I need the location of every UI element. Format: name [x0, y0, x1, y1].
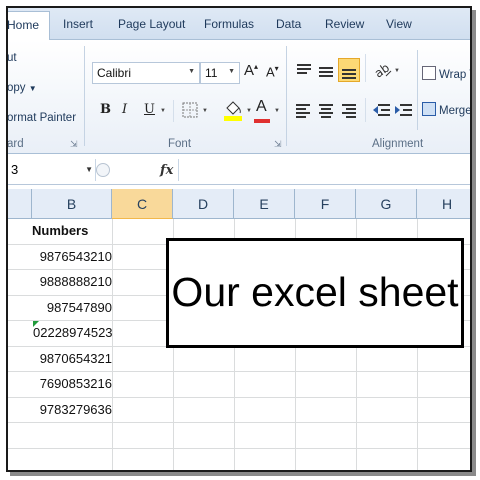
sheet-row: [8, 423, 470, 449]
chevron-down-icon: ▼: [28, 84, 37, 93]
font-size-value: 11: [205, 66, 218, 80]
tab-home[interactable]: Home: [8, 11, 51, 41]
cell-b-value[interactable]: 9876543210: [8, 249, 112, 264]
merge-icon: [422, 102, 436, 116]
font-size-combo[interactable]: 11 ▼: [200, 62, 240, 84]
column-header-h[interactable]: H: [417, 189, 470, 219]
clipboard-group-label: ard: [7, 138, 24, 150]
svg-text:ab: ab: [372, 61, 392, 80]
window-shadow: [472, 10, 476, 476]
column-header-b[interactable]: B: [32, 189, 112, 219]
cell-b-value[interactable]: 7690853216: [8, 376, 112, 391]
tab-insert[interactable]: Insert: [63, 17, 93, 31]
cell-b-header[interactable]: Numbers: [32, 223, 88, 238]
formula-bar: 3 ▼ fx: [8, 155, 470, 185]
wrap-text-label: Wrap Te: [439, 69, 470, 81]
font-color-letter: A: [256, 98, 267, 115]
cell-b-value[interactable]: 9783279636: [8, 402, 112, 417]
alignment-group-label: Alignment: [372, 138, 424, 150]
divider: [365, 98, 366, 122]
align-center-icon[interactable]: [316, 100, 336, 120]
chevron-down-icon: ▼: [394, 68, 400, 74]
shrink-font-button[interactable]: A▾: [266, 64, 279, 79]
divider: [417, 50, 418, 130]
cell-b-value[interactable]: 9870654321: [8, 351, 112, 366]
font-name-value: Calibri: [97, 66, 132, 80]
tab-formulas[interactable]: Formulas: [204, 17, 254, 31]
chevron-down-icon: ▼: [160, 108, 166, 114]
column-header-e[interactable]: E: [234, 189, 295, 219]
orientation-icon[interactable]: ab: [372, 60, 392, 81]
divider: [178, 159, 179, 181]
copy-label: opy: [7, 82, 26, 94]
merge-center-button[interactable]: Merge &: [422, 102, 472, 117]
chevron-down-icon: ▼: [85, 165, 93, 174]
divider: [173, 100, 174, 122]
insert-function-icon[interactable]: fx: [160, 163, 173, 178]
font-name-combo[interactable]: Calibri ▼: [92, 62, 200, 84]
wrap-text-button[interactable]: Wrap Te: [422, 66, 470, 81]
italic-button[interactable]: I: [122, 102, 127, 117]
name-box[interactable]: 3 ▼: [8, 159, 96, 181]
fill-color-icon[interactable]: [222, 98, 242, 121]
tab-view[interactable]: View: [386, 17, 412, 31]
underline-button[interactable]: U: [144, 102, 155, 117]
increase-indent-icon[interactable]: [394, 100, 414, 120]
merge-label: Merge &: [439, 105, 472, 117]
copy-button[interactable]: opy ▼: [7, 82, 37, 94]
sheet-row: [8, 449, 470, 471]
divider: [365, 54, 366, 82]
tab-review[interactable]: Review: [325, 17, 364, 31]
name-box-value: 3: [11, 162, 19, 177]
format-painter-button[interactable]: ormat Painter: [8, 112, 76, 124]
chevron-down-icon: ▼: [274, 108, 280, 114]
align-right-icon[interactable]: [338, 100, 358, 120]
caret-down-icon: ▾: [274, 64, 279, 73]
formula-input[interactable]: [180, 159, 470, 181]
font-group-label: Font: [168, 138, 192, 150]
chevron-down-icon: ▼: [188, 68, 195, 75]
column-header-d[interactable]: D: [173, 189, 234, 219]
shrink-font-label: A: [266, 64, 275, 80]
formula-bar-resize-handle[interactable]: [96, 163, 110, 177]
ribbon: ut opy ▼ ormat Painter ard ⇲ Calibri ▼ 1…: [8, 40, 470, 154]
grow-font-label: A: [244, 62, 255, 79]
cell-b-value[interactable]: 02228974523: [33, 325, 113, 340]
column-header-g[interactable]: G: [356, 189, 417, 219]
ribbon-tabs: Home Insert Page Layout Formulas Data Re…: [8, 8, 470, 41]
align-middle-icon[interactable]: [316, 60, 336, 80]
column-header-c[interactable]: C: [112, 189, 173, 219]
cell-b-value[interactable]: 987547890: [8, 300, 112, 315]
cut-button[interactable]: ut: [8, 52, 17, 64]
wrap-text-icon: [422, 66, 436, 80]
column-header-f[interactable]: F: [295, 189, 356, 219]
dialog-launcher-icon[interactable]: ⇲: [70, 139, 78, 150]
window-shadow: [10, 472, 476, 476]
borders-icon[interactable]: [180, 100, 200, 120]
chevron-down-icon: ▼: [246, 108, 252, 114]
group-divider: [286, 46, 287, 146]
text-box[interactable]: Our excel sheet: [166, 238, 464, 348]
dialog-launcher-icon[interactable]: ⇲: [274, 139, 282, 150]
tab-page-layout[interactable]: Page Layout: [118, 17, 185, 31]
font-color-button[interactable]: A: [254, 98, 270, 123]
column-header-partial[interactable]: [8, 189, 32, 219]
chevron-down-icon: ▼: [228, 68, 235, 75]
align-top-icon[interactable]: [294, 60, 314, 80]
bold-button[interactable]: B: [100, 102, 111, 117]
text-box-content: Our excel sheet: [171, 269, 459, 315]
tab-data[interactable]: Data: [276, 17, 301, 31]
font-color-swatch: [254, 119, 270, 123]
cell-b-value[interactable]: 9888888210: [8, 274, 112, 289]
excel-window: Home Insert Page Layout Formulas Data Re…: [6, 6, 472, 472]
grow-font-button[interactable]: A▴: [244, 62, 258, 79]
decrease-indent-icon[interactable]: [372, 100, 392, 120]
chevron-down-icon: ▼: [202, 108, 208, 114]
align-bottom-icon[interactable]: [338, 58, 360, 82]
align-left-icon[interactable]: [294, 100, 314, 120]
caret-up-icon: ▴: [254, 62, 259, 71]
fx-label: fx: [160, 163, 174, 178]
group-divider: [84, 46, 85, 146]
